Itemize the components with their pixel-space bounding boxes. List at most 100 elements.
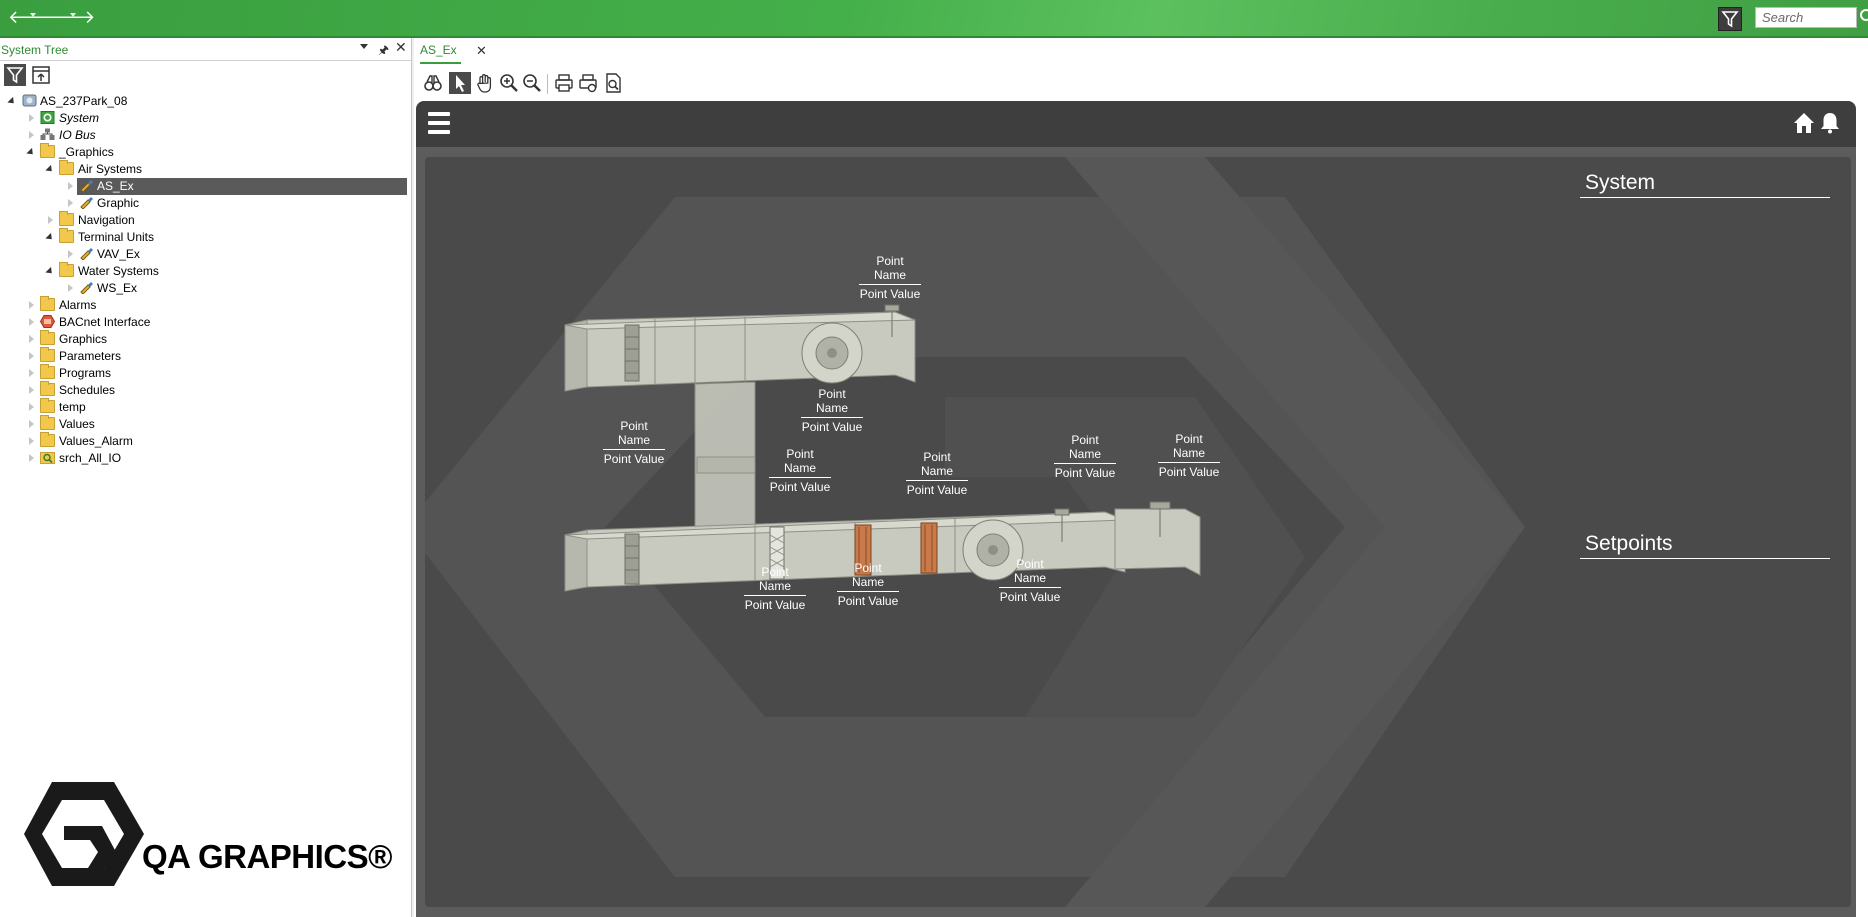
expand-icon[interactable] [29, 335, 34, 343]
point-label[interactable]: Point Name Point Value [833, 561, 903, 608]
expand-icon[interactable] [29, 403, 34, 411]
filter-icon [1721, 11, 1739, 28]
home-icon[interactable] [1792, 111, 1816, 135]
tree-item-label: AS_237Park_08 [40, 94, 128, 108]
tree-item-values-alarm[interactable]: Values_Alarm [0, 432, 400, 450]
print-icon[interactable] [553, 72, 575, 94]
return-fan [801, 322, 863, 384]
pin-icon[interactable]: 🖈 [378, 41, 389, 62]
folder-icon [40, 432, 55, 447]
tree-item-terminal-units[interactable]: Terminal Units [0, 228, 400, 246]
expand-icon[interactable] [29, 454, 34, 462]
tree-item-water-systems[interactable]: Water Systems [0, 262, 400, 280]
tree-item-graphic[interactable]: Graphic [0, 195, 400, 212]
toolbar-divider [547, 74, 548, 94]
search-input[interactable] [1755, 7, 1857, 28]
point-value: Point Value [801, 420, 863, 434]
tab-close-icon[interactable]: ✕ [476, 43, 487, 59]
point-label[interactable]: Point Name Point Value [1154, 432, 1224, 479]
select-button[interactable] [449, 72, 471, 94]
point-label[interactable]: Point Name Point Value [1050, 433, 1120, 480]
tree-filter-button[interactable] [4, 64, 26, 86]
setpoints-section-divider [1580, 558, 1830, 559]
expand-icon[interactable] [48, 216, 53, 224]
back-dropdown-icon[interactable] [30, 13, 36, 17]
expand-icon[interactable] [68, 182, 73, 190]
tree-item-temp[interactable]: temp [0, 398, 400, 416]
tree-item-air-systems[interactable]: Air Systems [0, 160, 400, 178]
panel-title: System Tree [1, 43, 69, 57]
tree-item-parameters[interactable]: Parameters [0, 347, 400, 365]
expand-icon[interactable] [29, 369, 34, 377]
tree-item-as-237park-08[interactable]: AS_237Park_08 [0, 93, 400, 110]
expand-icon[interactable] [29, 352, 34, 360]
folder-icon [40, 398, 55, 413]
collapse-icon[interactable] [45, 232, 55, 243]
tree-item-schedules[interactable]: Schedules [0, 381, 400, 399]
system-tree-panel: System Tree 🖈 ✕ AS_237Park_08 System IO … [0, 38, 412, 917]
expand-icon[interactable] [68, 250, 73, 258]
tree-item-alarms[interactable]: Alarms [0, 296, 400, 314]
zoom-out-icon[interactable] [521, 72, 543, 94]
expand-icon[interactable] [29, 437, 34, 445]
tree-item-io-bus[interactable]: IO Bus [0, 127, 400, 144]
pan-hand-icon[interactable] [474, 72, 496, 94]
expand-icon[interactable] [29, 386, 34, 394]
tree-item-vav-ex[interactable]: VAV_Ex [0, 246, 400, 263]
expand-icon[interactable] [29, 318, 34, 326]
expand-icon[interactable] [68, 284, 73, 292]
tree-item-values[interactable]: Values [0, 415, 400, 433]
print-setup-icon[interactable] [577, 72, 599, 94]
search-icon[interactable] [1860, 9, 1868, 21]
point-label[interactable]: Point Name Point Value [855, 254, 925, 301]
tree-item-programs[interactable]: Programs [0, 364, 400, 382]
point-value: Point Value [769, 480, 831, 494]
hamburger-menu-icon[interactable] [428, 112, 450, 134]
expand-icon[interactable] [68, 199, 73, 207]
collapse-icon[interactable] [26, 147, 36, 158]
tree-item-as-ex[interactable]: AS_Ex [0, 178, 408, 195]
forward-arrow-icon[interactable]: 🡒 [47, 8, 95, 26]
bell-icon[interactable] [1818, 111, 1842, 135]
graphic-canvas: Point Name Point Value Point Name Point … [416, 147, 1856, 917]
tree-item-bacnet-interface[interactable]: BACnet Interface [0, 314, 400, 331]
tree-item-label: WS_Ex [97, 281, 138, 295]
folder-icon [59, 160, 74, 175]
tree-item-label: Values [59, 417, 95, 431]
filter-button[interactable] [1718, 7, 1742, 31]
expand-icon[interactable] [29, 301, 34, 309]
collapse-icon[interactable] [45, 266, 55, 277]
tree-item-graphics-folder[interactable]: _Graphics [0, 143, 400, 161]
collapse-icon[interactable] [45, 164, 55, 175]
expand-icon[interactable] [29, 131, 34, 139]
expand-icon[interactable] [29, 114, 34, 122]
tree-item-navigation[interactable]: Navigation [0, 211, 400, 229]
tree-item-label: Programs [59, 366, 112, 380]
binoculars-icon[interactable] [422, 72, 444, 94]
zoom-in-icon[interactable] [498, 72, 520, 94]
close-icon[interactable]: ✕ [395, 39, 407, 56]
tree-item-label: VAV_Ex [97, 247, 140, 261]
folder-icon [40, 381, 55, 396]
point-value: Point Value [859, 287, 921, 301]
expand-icon[interactable] [29, 420, 34, 428]
point-label[interactable]: Point Name Point Value [740, 565, 810, 612]
tab-as-ex[interactable]: AS_Ex [420, 38, 461, 64]
tree-item-srch-all-io[interactable]: srch_All_IO [0, 450, 400, 467]
point-label[interactable]: Point Name Point Value [765, 447, 835, 494]
outdoor-air-damper [624, 533, 640, 585]
tree-item-system[interactable]: System [0, 110, 400, 127]
tree-item-graphics[interactable]: Graphics [0, 330, 400, 348]
tree-item-label: _Graphics [59, 145, 114, 159]
tree-item-ws-ex[interactable]: WS_Ex [0, 280, 400, 297]
print-preview-icon[interactable] [602, 72, 624, 94]
point-label[interactable]: Point Name Point Value [995, 557, 1065, 604]
panel-menu-icon[interactable] [360, 44, 368, 49]
point-label[interactable]: Point Name Point Value [599, 419, 669, 466]
tree-view-button[interactable] [30, 64, 52, 86]
collapse-icon[interactable] [7, 96, 17, 107]
forward-dropdown-icon[interactable] [70, 13, 76, 17]
point-label[interactable]: Point Name Point Value [902, 450, 972, 497]
point-label[interactable]: Point Name Point Value [797, 387, 867, 434]
select-arrow-icon [456, 75, 465, 92]
